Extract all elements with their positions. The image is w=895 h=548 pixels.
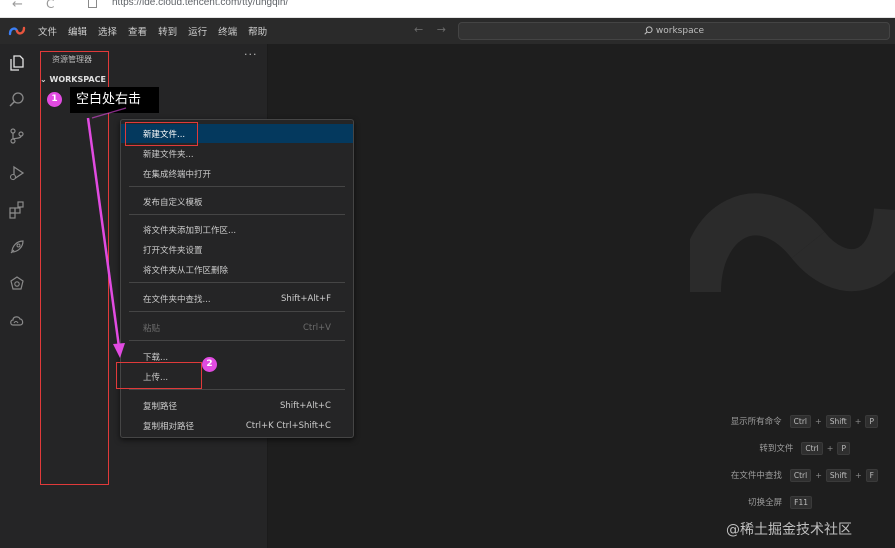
menu-separator: [129, 186, 345, 187]
key-cap: Shift: [825, 468, 851, 482]
cloud-services-icon[interactable]: [8, 275, 26, 293]
menu-item-open-folder-settings[interactable]: 打开文件夹设置: [121, 240, 353, 259]
plus-sign: +: [854, 416, 862, 426]
menu-item-shortcut: Ctrl+V: [302, 322, 331, 333]
menu-item-label: 在文件夹中查找...: [143, 294, 211, 305]
search-text: workspace: [655, 26, 705, 36]
explorer-icon[interactable]: [8, 54, 26, 72]
menu-separator: [129, 214, 345, 215]
menu-item-label: 发布自定义模板: [143, 197, 203, 208]
plus-sign: +: [815, 470, 822, 480]
shortcut-label: 显示所有命令: [730, 417, 782, 427]
menu-item-copy-relative-path[interactable]: 复制相对路径 Ctrl+K Ctrl+Shift+C: [121, 416, 353, 435]
new-file-highlight: [125, 122, 198, 146]
menu-item-label: 复制路径: [143, 401, 178, 412]
menu-selection[interactable]: 选择: [98, 24, 117, 38]
command-center-search[interactable]: workspace: [458, 22, 890, 40]
page-info-icon[interactable]: [88, 0, 97, 8]
shortcut-label: 转到文件: [759, 444, 794, 454]
shortcut-toggle-fullscreen: 切换全屏 F11: [748, 495, 878, 509]
menu-item-new-folder[interactable]: 新建文件夹...: [121, 144, 353, 163]
menu-item-paste[interactable]: 粘贴 Ctrl+V: [121, 318, 353, 337]
shortcut-show-all-commands: 显示所有命令 Ctrl + Shift + P: [731, 414, 878, 428]
plus-sign: +: [815, 416, 822, 426]
menu-item-remove-folder-from-workspace[interactable]: 将文件夹从工作区删除: [121, 260, 353, 279]
menu-item-label: 复制相对路径: [143, 421, 195, 432]
menu-item-copy-path[interactable]: 复制路径 Shift+Alt+C: [121, 396, 353, 415]
key-cap: F: [865, 468, 878, 482]
menu-item-label: 将文件夹添加到工作区...: [143, 225, 237, 236]
menu-bar: 文件 编辑 选择 查看 转到 运行 终端 帮助: [38, 18, 278, 44]
menu-item-label: 粘贴: [143, 323, 161, 334]
menu-view[interactable]: 查看: [128, 24, 147, 38]
shortcut-find-in-files: 在文件中查找 Ctrl + Shift + F: [731, 468, 878, 482]
menu-item-add-folder-to-workspace[interactable]: 将文件夹添加到工作区...: [121, 220, 353, 239]
menu-item-label: 下载...: [143, 352, 169, 363]
menu-item-shortcut: Ctrl+K Ctrl+Shift+C: [245, 420, 331, 431]
shortcut-label: 在文件中查找: [730, 471, 782, 481]
menu-item-open-in-terminal[interactable]: 在集成终端中打开: [121, 164, 353, 183]
nav-forward-icon[interactable]: →: [437, 23, 446, 36]
menu-help[interactable]: 帮助: [248, 24, 267, 38]
shortcut-label: 切换全屏: [748, 498, 783, 508]
upload-highlight: [116, 362, 202, 389]
key-cap: P: [865, 414, 878, 428]
key-cap: Ctrl: [789, 468, 812, 482]
menu-item-label: 在集成终端中打开: [143, 169, 212, 180]
history-nav: ← →: [414, 23, 456, 36]
key-cap: P: [837, 441, 850, 455]
cloud-icon[interactable]: [8, 312, 26, 330]
more-actions-icon[interactable]: ···: [244, 48, 258, 61]
shortcut-go-to-file: 转到文件 Ctrl + P: [759, 441, 878, 455]
menu-item-label: 打开文件夹设置: [143, 245, 203, 256]
browser-back-icon[interactable]: ←: [12, 0, 23, 12]
menu-separator: [129, 340, 345, 341]
menu-item-shortcut: Shift+Alt+F: [281, 293, 331, 304]
menu-separator: [129, 389, 345, 390]
search-view-icon[interactable]: [8, 91, 26, 109]
menu-item-publish-template[interactable]: 发布自定义模板: [121, 192, 353, 211]
browser-bar: ← C https://ide.cloud.tencent.com/tty/uh…: [0, 0, 895, 18]
menu-terminal[interactable]: 终端: [218, 24, 237, 38]
menu-go[interactable]: 转到: [158, 24, 177, 38]
step-1-badge: 1: [47, 92, 62, 107]
rocket-icon[interactable]: [8, 238, 26, 256]
menu-edit[interactable]: 编辑: [68, 24, 87, 38]
menu-separator: [129, 282, 345, 283]
juejin-watermark: @稀土掘金技术社区: [726, 522, 852, 538]
cloudstudio-logo-icon: [8, 26, 26, 36]
browser-reload-icon[interactable]: C: [46, 0, 54, 11]
source-control-icon[interactable]: [8, 127, 26, 145]
address-bar-url[interactable]: https://ide.cloud.tencent.com/tty/uhgqih…: [112, 0, 288, 8]
key-cap: Ctrl: [801, 441, 823, 455]
step-2-badge: 2: [202, 357, 217, 372]
activity-bar: [0, 44, 34, 548]
menu-item-find-in-folder[interactable]: 在文件夹中查找... Shift+Alt+F: [121, 289, 353, 308]
run-debug-icon[interactable]: [8, 164, 26, 182]
menu-run[interactable]: 运行: [188, 24, 207, 38]
extensions-icon[interactable]: [8, 201, 26, 219]
plus-sign: +: [826, 443, 834, 453]
menu-item-label: 新建文件夹...: [143, 149, 194, 160]
key-cap: F11: [790, 495, 812, 509]
cloudstudio-watermark-logo-icon: [690, 193, 895, 293]
key-cap: Shift: [825, 414, 851, 428]
menu-file[interactable]: 文件: [38, 24, 57, 38]
menu-item-label: 将文件夹从工作区删除: [143, 265, 229, 276]
search-icon: [644, 26, 653, 35]
ide-titlebar: 文件 编辑 选择 查看 转到 运行 终端 帮助 ← → workspace: [0, 18, 895, 44]
blank-area-highlight: [40, 51, 109, 485]
nav-back-icon[interactable]: ←: [414, 23, 423, 36]
key-cap: Ctrl: [789, 414, 811, 428]
menu-separator: [129, 311, 345, 312]
menu-item-shortcut: Shift+Alt+C: [279, 400, 331, 411]
step-1-callout: 空白处右击: [70, 87, 159, 113]
plus-sign: +: [854, 470, 862, 480]
context-menu: 新建文件... 新建文件夹... 在集成终端中打开 发布自定义模板 将文件夹添加…: [120, 119, 354, 438]
